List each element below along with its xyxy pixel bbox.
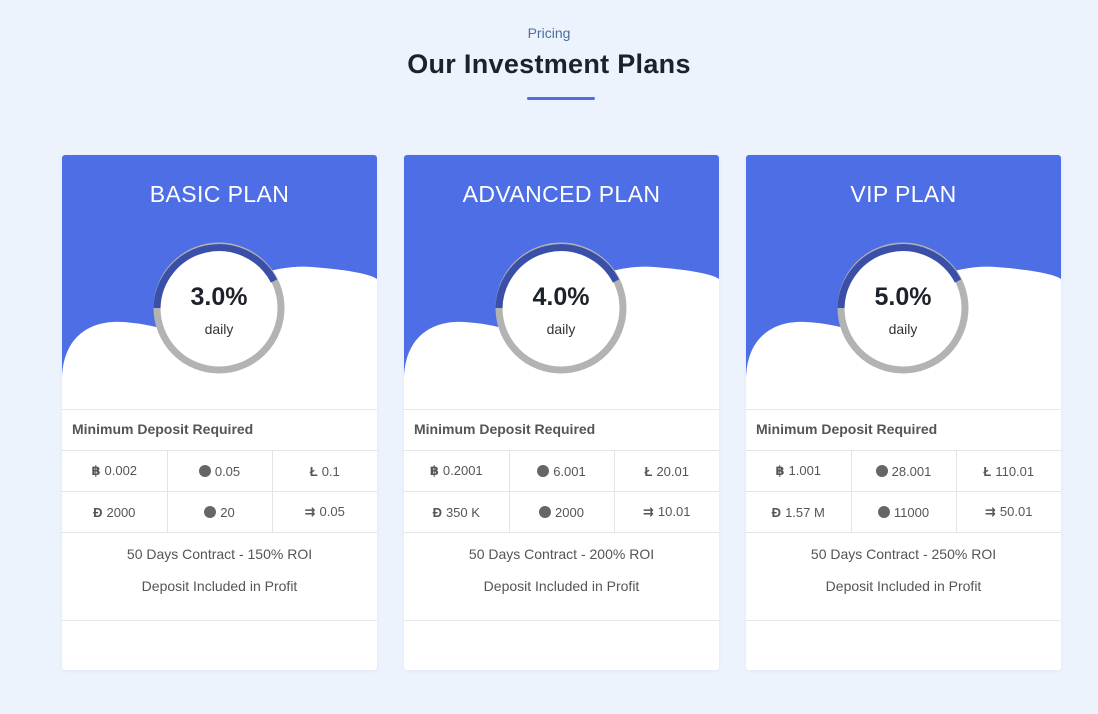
- plan-card-header: VIP PLAN 5.0% daily: [746, 155, 1061, 410]
- dogecoin-icon: Đ: [771, 504, 782, 520]
- rate-ring: 3.0% daily: [148, 237, 290, 379]
- rate-value: 3.0%: [190, 283, 248, 311]
- deposit-dash: ⇉ 10.01: [613, 491, 719, 533]
- deposit-ltc: Ł 0.1: [271, 450, 377, 492]
- card-divider: [62, 620, 377, 621]
- min-deposit-label: Minimum Deposit Required: [746, 409, 1061, 450]
- plan-card-header: ADVANCED PLAN 4.0% daily: [404, 155, 719, 410]
- plan-card-header: BASIC PLAN 3.0% daily: [62, 155, 377, 410]
- rate-ring: 5.0% daily: [832, 237, 974, 379]
- deposit-table: ฿ 0.2001 6.001 Ł 20.01 Đ 350 K 2000 ⇉ 10.01: [404, 450, 719, 533]
- deposit-btc: ฿ 0.002: [62, 450, 168, 492]
- deposit-xrp: 11000: [850, 491, 957, 533]
- plan-card-vip: VIP PLAN 5.0% daily Minimum Deposit Requ…: [746, 155, 1061, 670]
- ripple-icon: [877, 505, 890, 518]
- bitcoin-icon: ฿: [429, 463, 439, 478]
- deposit-eth: 6.001: [508, 450, 615, 492]
- deposit-xrp: 20: [166, 491, 273, 533]
- profit-note: Deposit Included in Profit: [141, 578, 298, 594]
- contract-terms: 50 Days Contract - 250% ROI: [810, 546, 997, 562]
- ethereum-icon: [198, 464, 211, 477]
- plan-card-advanced: ADVANCED PLAN 4.0% daily Minimum Deposit…: [404, 155, 719, 670]
- contract-terms: 50 Days Contract - 200% ROI: [468, 546, 655, 562]
- title-underline: [527, 97, 595, 100]
- card-divider: [746, 620, 1061, 621]
- dogecoin-icon: Đ: [93, 504, 103, 520]
- rate-value: 4.0%: [532, 283, 590, 311]
- deposit-table: ฿ 1.001 28.001 Ł 110.01 Đ 1.57 M 11000 ⇉ 50.…: [746, 450, 1061, 533]
- ripple-icon: [539, 505, 552, 518]
- section-title: Our Investment Plans: [407, 49, 691, 79]
- plan-card-basic: BASIC PLAN 3.0% daily Minimum Deposit Re…: [62, 155, 377, 670]
- deposit-dash: ⇉ 50.01: [955, 491, 1061, 533]
- ethereum-icon: [537, 464, 550, 477]
- deposit-dash: ⇉ 0.05: [271, 491, 377, 533]
- bitcoin-icon: ฿: [775, 463, 785, 478]
- dash-icon: ⇉: [643, 504, 654, 519]
- deposit-eth: 0.05: [166, 450, 273, 492]
- deposit-doge: Đ 350 K: [404, 491, 510, 533]
- profit-note: Deposit Included in Profit: [825, 578, 982, 594]
- dogecoin-icon: Đ: [432, 504, 442, 520]
- rate-unit: daily: [888, 321, 918, 337]
- plan-name: BASIC PLAN: [149, 181, 290, 207]
- rate-unit: daily: [204, 321, 234, 337]
- dash-icon: ⇉: [304, 504, 316, 519]
- bitcoin-icon: ฿: [91, 463, 101, 478]
- rate-ring: 4.0% daily: [490, 237, 632, 379]
- deposit-table: ฿ 0.002 0.05 Ł 0.1 Đ 2000 20 ⇉ 0.05: [62, 450, 377, 533]
- rate-unit: daily: [546, 321, 576, 337]
- card-divider: [404, 620, 719, 621]
- deposit-ltc: Ł 20.01: [613, 450, 719, 492]
- profit-note: Deposit Included in Profit: [483, 578, 640, 594]
- deposit-xrp: 2000: [508, 491, 615, 533]
- litecoin-icon: Ł: [644, 463, 653, 479]
- litecoin-icon: Ł: [983, 463, 992, 479]
- min-deposit-label: Minimum Deposit Required: [404, 409, 719, 450]
- plan-name: VIP PLAN: [850, 181, 957, 207]
- ripple-icon: [204, 505, 217, 518]
- dash-icon: ⇉: [985, 504, 996, 519]
- plan-name: ADVANCED PLAN: [462, 181, 661, 207]
- deposit-doge: Đ 2000: [62, 491, 168, 533]
- ethereum-icon: [875, 464, 888, 477]
- litecoin-icon: Ł: [309, 463, 318, 479]
- deposit-btc: ฿ 0.2001: [404, 450, 510, 492]
- deposit-btc: ฿ 1.001: [746, 450, 852, 492]
- deposit-ltc: Ł 110.01: [955, 450, 1061, 492]
- deposit-eth: 28.001: [850, 450, 957, 492]
- deposit-doge: Đ 1.57 M: [746, 491, 852, 533]
- contract-terms: 50 Days Contract - 150% ROI: [126, 546, 313, 562]
- rate-value: 5.0%: [874, 283, 932, 311]
- section-eyebrow: Pricing: [527, 25, 571, 41]
- min-deposit-label: Minimum Deposit Required: [62, 409, 377, 450]
